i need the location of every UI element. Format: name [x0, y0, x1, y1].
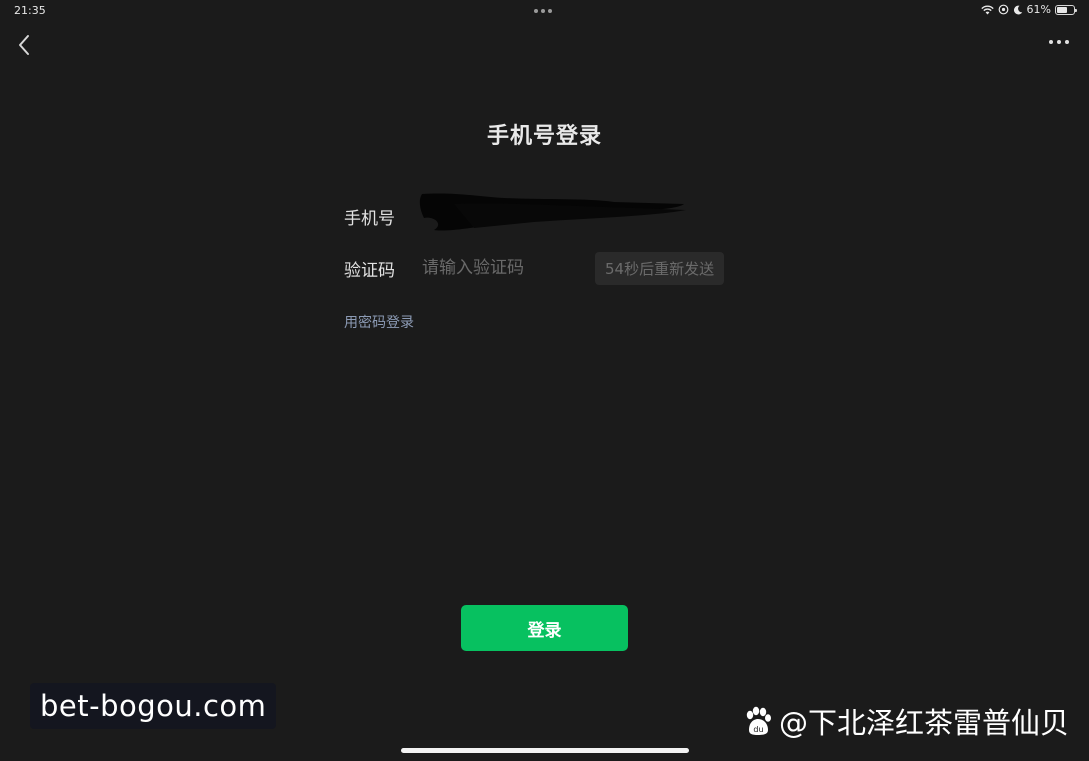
moon-icon [1013, 5, 1022, 14]
battery-icon [1055, 4, 1077, 15]
battery-percent: 61% [1026, 3, 1051, 16]
battery-fill [1057, 6, 1067, 13]
page-title: 手机号登录 [486, 124, 602, 149]
code-label: 验证码 [344, 260, 395, 281]
status-bar: 21:35 61% [0, 0, 1089, 22]
location-icon [998, 4, 1008, 15]
watermark-left: bet-bogou.com [30, 683, 277, 729]
code-row: 验证码 54秒后重新发送 [344, 250, 746, 286]
chevron-left-icon [19, 35, 29, 55]
status-icons: 61% [980, 3, 1077, 16]
phone-label: 手机号 [344, 208, 395, 229]
home-indicator[interactable] [401, 748, 689, 753]
watermark-right-text: @下北泽红茶雷普仙贝 [778, 706, 1069, 740]
more-dots-icon[interactable] [1049, 40, 1069, 44]
login-button[interactable]: 登录 [461, 605, 628, 651]
resend-code-button[interactable]: 54秒后重新发送 [595, 251, 725, 285]
multitasking-dots-icon[interactable] [534, 9, 552, 13]
phone-redaction-scribble[interactable] [414, 188, 694, 236]
back-button[interactable] [14, 32, 36, 58]
status-time: 21:35 [14, 4, 46, 17]
wifi-icon [980, 5, 994, 14]
code-input[interactable] [422, 258, 592, 278]
password-login-link[interactable]: 用密码登录 [344, 312, 414, 332]
paw-icon: du [746, 706, 771, 735]
svg-text:du: du [753, 725, 763, 734]
phone-row: 手机号 [344, 193, 686, 234]
watermark-right: du @下北泽红茶雷普仙贝 [741, 700, 1069, 742]
